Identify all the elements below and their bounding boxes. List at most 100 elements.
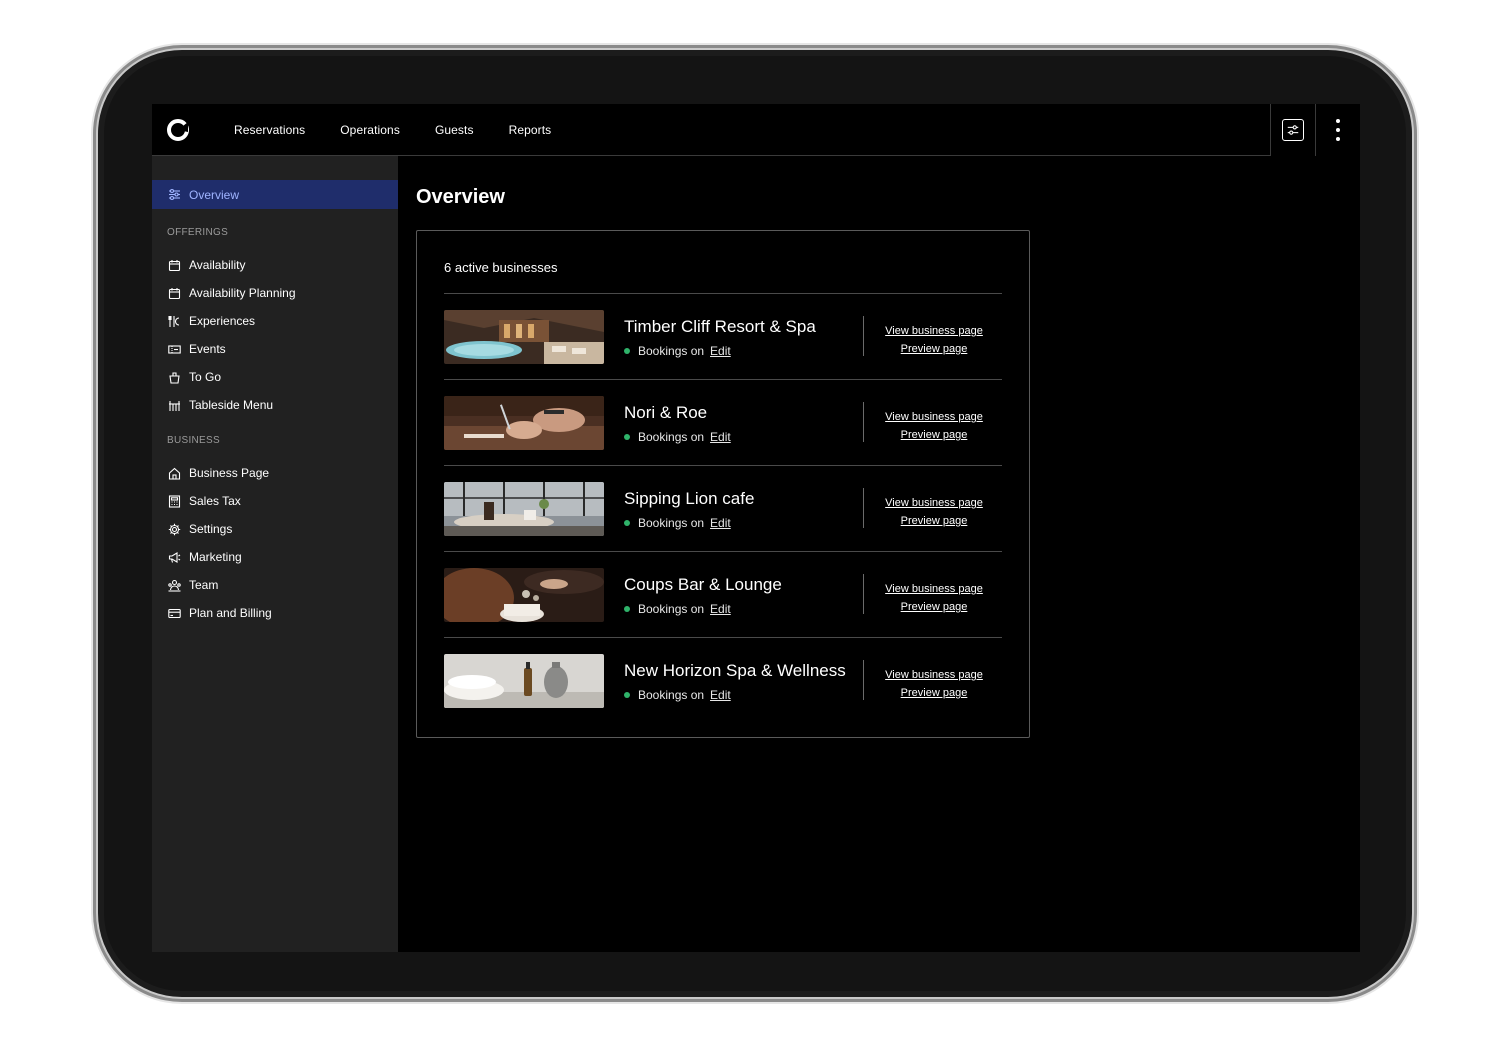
- sidebar-item-label: Overview: [189, 187, 240, 202]
- preview-page-link[interactable]: Preview page: [901, 426, 968, 444]
- status-dot-icon: [624, 692, 630, 698]
- view-business-page-link[interactable]: View business page: [885, 322, 983, 340]
- booking-status: Bookings on Edit: [624, 344, 731, 358]
- status-text: Bookings on: [638, 602, 705, 616]
- nav-guests[interactable]: Guests: [435, 123, 474, 137]
- calendar-icon: [168, 287, 181, 300]
- sidebar-item-label: Experiences: [189, 314, 256, 328]
- business-name: Timber Cliff Resort & Spa: [624, 317, 816, 336]
- megaphone-icon: [168, 551, 181, 564]
- main-nav: Reservations Operations Guests Reports: [234, 104, 586, 156]
- divider: [863, 488, 864, 528]
- business-thumbnail: [444, 654, 604, 708]
- preview-page-link[interactable]: Preview page: [901, 598, 968, 616]
- status-text: Bookings on: [638, 516, 705, 530]
- dining-icon: [168, 315, 181, 328]
- divider: [863, 402, 864, 442]
- sliders-icon: [168, 188, 181, 201]
- brand-logo-icon[interactable]: [166, 118, 190, 142]
- kebab-icon: [1336, 119, 1340, 141]
- sidebar-item-settings[interactable]: Settings: [168, 519, 232, 539]
- sidebar-item-label: Marketing: [189, 550, 242, 564]
- status-dot-icon: [624, 348, 630, 354]
- booking-status: Bookings on Edit: [624, 688, 731, 702]
- nav-operations[interactable]: Operations: [340, 123, 400, 137]
- top-actions: [1270, 104, 1360, 156]
- sidebar-item-label: Settings: [189, 522, 233, 536]
- sidebar-item-label: To Go: [189, 370, 222, 384]
- sidebar-item-events[interactable]: Events: [168, 339, 226, 359]
- business-thumbnail: [444, 396, 604, 450]
- edit-link[interactable]: Edit: [710, 602, 731, 616]
- sidebar-item-label: Events: [189, 342, 226, 356]
- sidebar: Overview OFFERINGS Availability Availabi…: [152, 156, 398, 952]
- section-offerings: OFFERINGS: [167, 227, 229, 238]
- filter-settings-button[interactable]: [1270, 104, 1315, 156]
- table-icon: [168, 399, 181, 412]
- preview-page-link[interactable]: Preview page: [901, 512, 968, 530]
- business-row: Sipping Lion cafe Bookings on Edit View …: [444, 466, 1002, 552]
- preview-page-link[interactable]: Preview page: [901, 340, 968, 358]
- business-row: Timber Cliff Resort & Spa Bookings on Ed…: [444, 294, 1002, 380]
- sidebar-item-label: Team: [189, 578, 219, 592]
- edit-link[interactable]: Edit: [710, 430, 731, 444]
- status-text: Bookings on: [638, 430, 705, 444]
- booking-status: Bookings on Edit: [624, 430, 731, 444]
- edit-link[interactable]: Edit: [710, 344, 731, 358]
- business-links: View business page Preview page: [874, 494, 994, 530]
- business-thumbnail: [444, 482, 604, 536]
- sidebar-item-label: Sales Tax: [189, 494, 241, 508]
- sidebar-item-to-go[interactable]: To Go: [168, 367, 221, 387]
- nav-reports[interactable]: Reports: [509, 123, 552, 137]
- status-text: Bookings on: [638, 688, 705, 702]
- sidebar-item-experiences[interactable]: Experiences: [168, 311, 255, 331]
- business-thumbnail: [444, 568, 604, 622]
- credit-card-icon: [168, 607, 181, 620]
- status-text: Bookings on: [638, 344, 705, 358]
- top-navigation-bar: Reservations Operations Guests Reports: [152, 104, 1360, 156]
- view-business-page-link[interactable]: View business page: [885, 666, 983, 684]
- sidebar-item-label: Tableside Menu: [189, 398, 274, 412]
- sidebar-item-availability[interactable]: Availability: [168, 255, 245, 275]
- status-dot-icon: [624, 606, 630, 612]
- business-links: View business page Preview page: [874, 580, 994, 616]
- divider: [863, 660, 864, 700]
- business-links: View business page Preview page: [874, 666, 994, 702]
- status-dot-icon: [624, 520, 630, 526]
- business-row: Coups Bar & Lounge Bookings on Edit View…: [444, 552, 1002, 638]
- active-businesses-count: 6 active businesses: [444, 260, 558, 275]
- team-icon: [168, 579, 181, 592]
- home-icon: [168, 467, 181, 480]
- sidebar-item-marketing[interactable]: Marketing: [168, 547, 242, 567]
- edit-link[interactable]: Edit: [710, 688, 731, 702]
- page-title: Overview: [416, 186, 505, 208]
- sidebar-item-business-page[interactable]: Business Page: [168, 463, 269, 483]
- nav-reservations[interactable]: Reservations: [234, 123, 305, 137]
- sliders-icon: [1282, 119, 1304, 141]
- gear-icon: [168, 523, 181, 536]
- main-content: Overview 6 active businesses Timber Clif…: [398, 156, 1360, 952]
- business-thumbnail: [444, 310, 604, 364]
- divider: [863, 574, 864, 614]
- takeout-bag-icon: [168, 371, 181, 384]
- booking-status: Bookings on Edit: [624, 516, 731, 530]
- sidebar-item-availability-planning[interactable]: Availability Planning: [168, 283, 296, 303]
- edit-link[interactable]: Edit: [710, 516, 731, 530]
- view-business-page-link[interactable]: View business page: [885, 408, 983, 426]
- booking-status: Bookings on Edit: [624, 602, 731, 616]
- sidebar-item-overview[interactable]: Overview: [152, 180, 398, 209]
- view-business-page-link[interactable]: View business page: [885, 494, 983, 512]
- app-screen: Reservations Operations Guests Reports O…: [152, 104, 1360, 952]
- view-business-page-link[interactable]: View business page: [885, 580, 983, 598]
- sidebar-item-plan-and-billing[interactable]: Plan and Billing: [168, 603, 272, 623]
- section-business: BUSINESS: [167, 435, 220, 446]
- sidebar-item-label: Business Page: [189, 466, 270, 480]
- ticket-icon: [168, 343, 181, 356]
- sidebar-item-label: Availability Planning: [189, 286, 296, 300]
- sidebar-item-team[interactable]: Team: [168, 575, 218, 595]
- more-menu-button[interactable]: [1315, 104, 1360, 156]
- sidebar-item-tableside-menu[interactable]: Tableside Menu: [168, 395, 273, 415]
- preview-page-link[interactable]: Preview page: [901, 684, 968, 702]
- sidebar-item-sales-tax[interactable]: Sales Tax: [168, 491, 241, 511]
- sidebar-item-label: Availability: [189, 258, 246, 272]
